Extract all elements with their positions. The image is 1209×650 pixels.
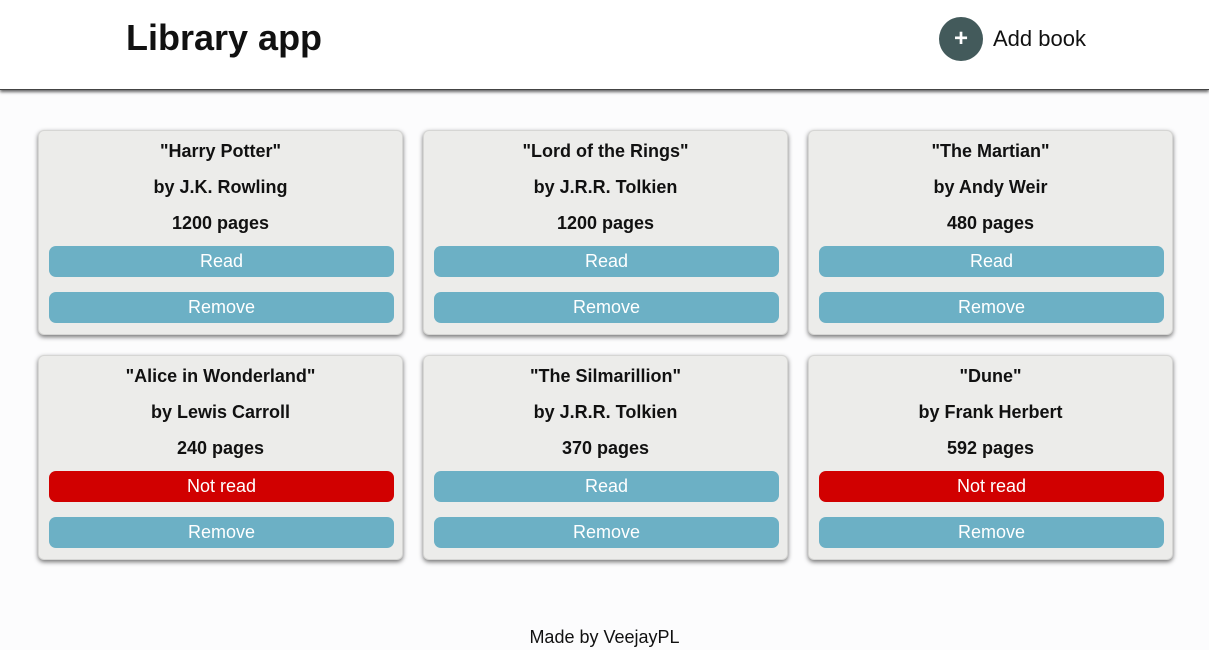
book-card: "The Silmarillion" by J.R.R. Tolkien 370… [423,355,788,560]
remove-button[interactable]: Remove [434,292,779,323]
remove-button[interactable]: Remove [49,517,394,548]
book-author: by Andy Weir [933,177,1048,197]
book-pages: 1200 pages [171,213,270,233]
book-author: by Lewis Carroll [150,402,291,422]
book-author: by Frank Herbert [918,402,1063,422]
book-card: "The Martian" by Andy Weir 480 pages Rea… [808,130,1173,335]
book-title: "The Silmarillion" [529,366,682,386]
book-author: by J.R.R. Tolkien [533,402,678,422]
book-pages: 1200 pages [556,213,655,233]
remove-button[interactable]: Remove [819,517,1164,548]
read-status-button[interactable]: Read [434,471,779,502]
book-pages: 480 pages [946,213,1035,233]
add-book-label[interactable]: Add book [993,26,1086,52]
book-pages: 592 pages [946,438,1035,458]
book-title: "Lord of the Rings" [522,141,689,161]
book-card: "Harry Potter" by J.K. Rowling 1200 page… [38,130,403,335]
book-pages: 370 pages [561,438,650,458]
read-status-button[interactable]: Read [49,246,394,277]
book-title: "Dune" [959,366,1022,386]
book-author: by J.K. Rowling [153,177,288,197]
book-pages: 240 pages [176,438,265,458]
book-title: "Harry Potter" [159,141,282,161]
book-title: "The Martian" [931,141,1050,161]
book-card: "Dune" by Frank Herbert 592 pages Not re… [808,355,1173,560]
book-grid: "Harry Potter" by J.K. Rowling 1200 page… [38,130,1173,560]
read-status-button[interactable]: Not read [49,471,394,502]
page-title: Library app [126,17,323,58]
book-author: by J.R.R. Tolkien [533,177,678,197]
footer-credit: Made by VeejayPL [529,627,680,647]
read-status-button[interactable]: Read [819,246,1164,277]
remove-button[interactable]: Remove [434,517,779,548]
read-status-button[interactable]: Not read [819,471,1164,502]
remove-button[interactable]: Remove [49,292,394,323]
read-status-button[interactable]: Read [434,246,779,277]
remove-button[interactable]: Remove [819,292,1164,323]
add-book-button[interactable]: + Add book [939,17,1086,61]
book-title: "Alice in Wonderland" [125,366,316,386]
book-card: "Alice in Wonderland" by Lewis Carroll 2… [38,355,403,560]
app-header: Library app + Add book [0,0,1209,90]
plus-icon[interactable]: + [939,17,983,61]
book-card: "Lord of the Rings" by J.R.R. Tolkien 12… [423,130,788,335]
